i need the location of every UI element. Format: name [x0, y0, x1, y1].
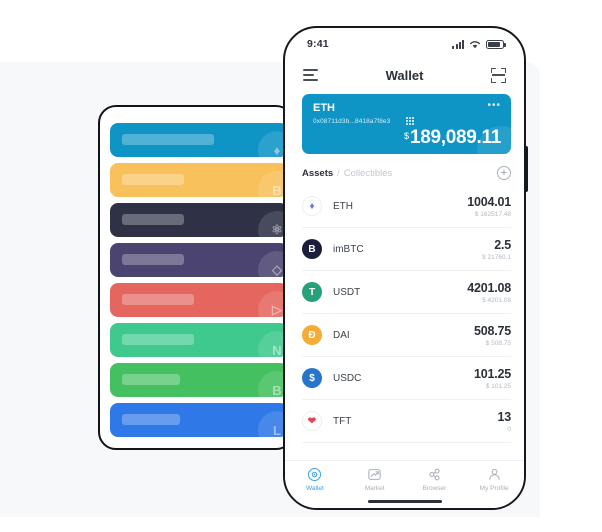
asset-row[interactable]: $ USDC 101.25 $ 101.25	[302, 357, 511, 400]
asset-fiat-value: $ 21760.1	[482, 253, 511, 261]
asset-values: 101.25 $ 101.25	[474, 367, 511, 390]
hamburger-menu-icon[interactable]	[303, 69, 318, 81]
coin-card[interactable]: N	[110, 323, 288, 357]
home-indicator	[367, 499, 442, 503]
coin-card-placeholder-bar	[122, 414, 180, 425]
asset-symbol: imBTC	[333, 243, 364, 255]
asset-amount: 4201.08	[467, 280, 511, 295]
asset-amount: 508.75	[473, 323, 511, 338]
coin-card-placeholder-bar	[122, 294, 194, 305]
balance-amount: $ 189,089.11	[404, 127, 501, 149]
asset-values: 4201.08 $ 4201.08	[467, 281, 511, 304]
coin-card-placeholder-bar	[122, 254, 184, 265]
eth-coin-icon: ♦	[302, 196, 322, 216]
tab-label: My Profile	[479, 485, 509, 492]
asset-symbol: TFT	[333, 415, 352, 427]
asset-amount: 1004.01	[467, 194, 511, 209]
asset-values: 1004.01 $ 162517.48	[467, 195, 511, 218]
asset-fiat-value: $ 101.25	[485, 382, 511, 390]
battery-icon	[486, 39, 506, 49]
asset-fiat-value: 0	[507, 425, 511, 433]
app-navbar: Wallet	[285, 58, 524, 92]
asset-amount: 13	[497, 409, 511, 424]
asset-row[interactable]: ♦ ETH 1004.01 $ 162517.48	[302, 185, 511, 228]
status-bar: 9:41	[285, 28, 524, 56]
coin-card-placeholder-bar	[122, 134, 214, 145]
phone-device: 9:41 Wallet ETH 0x08711d3b...8418a7f8e3	[283, 26, 526, 510]
dai-coin-icon: Ð	[302, 325, 322, 345]
tab-wallet[interactable]: Wallet	[285, 467, 345, 492]
asset-amount: 2.5	[494, 237, 511, 252]
asset-row[interactable]: ❤ TFT 13 0	[302, 400, 511, 443]
wallet-address: 0x08711d3b...8418a7f8e3	[313, 118, 391, 125]
asset-symbol: DAI	[333, 329, 350, 341]
tab-market[interactable]: Market	[345, 467, 405, 492]
asset-symbol: USDT	[333, 286, 361, 298]
imbtc-coin-icon: B	[302, 239, 322, 259]
coin-card[interactable]: B	[110, 163, 288, 197]
assets-header: Assets / Collectibles +	[302, 166, 511, 180]
wifi-icon	[469, 40, 481, 48]
tab-assets[interactable]: Assets	[302, 168, 333, 179]
tab-my-profile[interactable]: My Profile	[464, 467, 524, 492]
coin-card[interactable]: B	[110, 363, 288, 397]
wallet-tab-icon	[307, 467, 322, 482]
tab-separator: /	[337, 168, 340, 178]
usdt-coin-icon: T	[302, 282, 322, 302]
asset-list: ♦ ETH 1004.01 $ 162517.48 BimBTC 2.5 $ 21760.1…	[302, 185, 511, 443]
asset-row[interactable]: Ð DAI 508.75 $ 508.75	[302, 314, 511, 357]
tab-browser[interactable]: Browser	[405, 467, 465, 492]
scan-qr-icon[interactable]	[491, 67, 506, 83]
asset-values: 13 0	[497, 410, 511, 433]
tab-label: Browser	[422, 485, 447, 492]
tab-label: Wallet	[305, 485, 324, 492]
asset-amount: 101.25	[473, 366, 511, 381]
status-icons	[452, 39, 506, 49]
asset-row[interactable]: BimBTC 2.5 $ 21760.1	[302, 228, 511, 271]
coin-card[interactable]: L	[110, 403, 288, 437]
page-title: Wallet	[385, 67, 424, 83]
more-options-icon[interactable]: •••	[487, 101, 501, 111]
coin-card[interactable]: ⚛	[110, 203, 288, 237]
screenshot-stage: ♦ B ⚛ ◇ ▷ N B L 9:41 Wallet ETH 0x08711d…	[0, 0, 602, 532]
market-tab-icon	[367, 467, 382, 482]
wallet-name: ETH	[313, 102, 335, 114]
coin-card-placeholder-bar	[122, 214, 184, 225]
currency-symbol: $	[403, 131, 409, 141]
status-clock: 9:41	[307, 38, 329, 50]
asset-fiat-value: $ 4201.08	[482, 296, 511, 304]
wallet-balance-card[interactable]: ETH 0x08711d3b...8418a7f8e3 ••• $ 189,08…	[302, 94, 511, 154]
asset-row[interactable]: T USDT 4201.08 $ 4201.08	[302, 271, 511, 314]
asset-values: 2.5 $ 21760.1	[482, 238, 511, 261]
tft-coin-icon: ❤	[302, 411, 322, 431]
card-stack-list: ♦ B ⚛ ◇ ▷ N B L	[110, 123, 292, 443]
asset-symbol: USDC	[333, 372, 362, 384]
asset-symbol: ETH	[333, 200, 353, 212]
browser-tab-icon	[427, 467, 442, 482]
coin-card[interactable]: ◇	[110, 243, 288, 277]
profile-tab-icon	[487, 467, 502, 482]
qr-code-icon[interactable]	[406, 117, 414, 125]
cellular-signal-icon	[452, 39, 464, 49]
tab-label: Market	[364, 485, 385, 492]
balance-value: 189,089.11	[409, 127, 501, 148]
assets-tabs: Assets / Collectibles	[302, 168, 392, 179]
asset-fiat-value: $ 162517.48	[474, 210, 511, 218]
card-stack-panel: ♦ B ⚛ ◇ ▷ N B L	[98, 105, 294, 450]
coin-card-placeholder-bar	[122, 334, 194, 345]
coin-card-placeholder-bar	[122, 374, 180, 385]
coin-card[interactable]: ♦	[110, 123, 288, 157]
asset-values: 508.75 $ 508.75	[474, 324, 511, 347]
usdc-coin-icon: $	[302, 368, 322, 388]
asset-fiat-value: $ 508.75	[485, 339, 511, 347]
coin-card-placeholder-bar	[122, 174, 184, 185]
coin-card[interactable]: ▷	[110, 283, 288, 317]
add-asset-button[interactable]: +	[497, 166, 511, 180]
tab-collectibles[interactable]: Collectibles	[344, 168, 393, 179]
